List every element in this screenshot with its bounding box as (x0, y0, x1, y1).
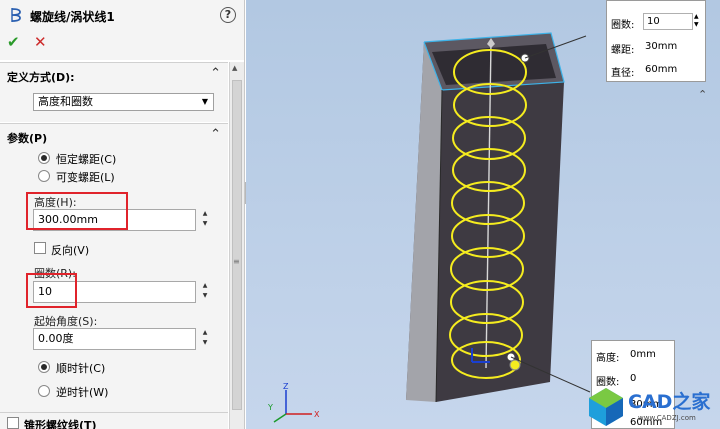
ok-button[interactable]: ✔ (7, 34, 20, 50)
callout-top[interactable]: 圈数: 10 ▲ ▼ 螺距: 30mm 直径: 60mm (606, 0, 706, 82)
panel-scrollbar[interactable]: ▲ ≡ (229, 62, 244, 429)
triad-label-y: Y (267, 403, 273, 412)
parameters-section-title: 参数(P) (7, 132, 48, 145)
scroll-up-icon[interactable]: ▲ (232, 64, 237, 72)
radio-variable-pitch[interactable]: 可变螺距(L) (38, 169, 198, 184)
start-angle-input[interactable]: 0.00度 (33, 328, 196, 350)
cancel-button[interactable]: ✕ (34, 34, 47, 50)
radio-constant-pitch[interactable]: 恒定螺距(C) (38, 151, 198, 166)
height-spinner[interactable]: ▲ ▼ (199, 209, 211, 231)
callout-label: 圈数: (611, 20, 635, 31)
radio-indicator[interactable] (38, 361, 50, 373)
watermark: CAD之家 www.CADZJ.com (586, 384, 720, 429)
callout-value: 30mm (645, 41, 678, 52)
radio-label: 顺时针(C) (56, 362, 106, 375)
helix-start-point[interactable] (509, 359, 521, 371)
scroll-grip-icon[interactable]: ≡ (233, 257, 240, 266)
radio-clockwise[interactable]: 顺时针(C) (38, 360, 198, 375)
callout-value: 0 (630, 373, 637, 384)
help-icon[interactable]: ? (220, 7, 236, 23)
property-manager: 螺旋线/涡状线1 ? ✔ ✕ 定义方式(D): ⌃ 高度和圈数 ▼ 参数(P) … (0, 0, 245, 429)
definition-type-select[interactable]: 高度和圈数 ▼ (33, 93, 214, 111)
panel-title: 螺旋线/涡状线1 (30, 10, 115, 24)
callout-label: 高度: (596, 353, 620, 364)
start-angle-spinner[interactable]: ▲ ▼ (199, 328, 211, 350)
watermark-url: www.CADZJ.com (638, 414, 696, 422)
callout-value: 0mm (630, 349, 656, 360)
view-orientation-triad: Z X Y (267, 382, 320, 423)
start-angle-label: 起始角度(S): (34, 315, 98, 328)
radio-indicator[interactable] (38, 152, 50, 164)
callout-revolutions-input[interactable]: 10 (643, 13, 693, 30)
radio-label: 逆时针(W) (56, 386, 109, 399)
callout-label: 螺距: (611, 45, 635, 56)
callout-label: 直径: (611, 68, 635, 79)
taper-checkbox[interactable]: 锥形螺纹线(T) (7, 417, 147, 429)
checkbox-box[interactable] (7, 417, 19, 429)
callout-spinner[interactable]: ▲ ▼ (694, 13, 699, 29)
radio-label: 可变螺距(L) (56, 171, 115, 184)
dropdown-arrow-icon[interactable]: ▼ (197, 94, 213, 110)
radio-counterclockwise[interactable]: 逆时针(W) (38, 384, 198, 399)
watermark-title: CAD之家 (628, 391, 711, 413)
definition-section-title: 定义方式(D): (7, 71, 75, 84)
graphics-area[interactable]: 圈数: 10 ▲ ▼ 螺距: 30mm 直径: 60mm ⌃ 高度: 0mm 圈数… (246, 0, 720, 429)
chevron-up-icon[interactable]: ⌃ (210, 66, 221, 81)
highlight-box-revolutions (26, 273, 77, 308)
radio-indicator[interactable] (38, 385, 50, 397)
panel-header: 螺旋线/涡状线1 ? ✔ ✕ (0, 0, 244, 60)
checkbox-box[interactable] (34, 242, 46, 254)
checkbox-label: 反向(V) (51, 244, 90, 257)
reverse-checkbox[interactable]: 反向(V) (34, 242, 174, 257)
definition-section: 定义方式(D): ⌃ (0, 62, 228, 122)
callout-value: 60mm (645, 64, 678, 75)
highlight-box-height (26, 192, 128, 230)
triad-label-x: X (314, 410, 320, 419)
radio-indicator[interactable] (38, 170, 50, 182)
triad-label-z: Z (283, 382, 289, 391)
definition-type-value: 高度和圈数 (38, 95, 93, 108)
revolutions-spinner[interactable]: ▲ ▼ (199, 281, 211, 303)
helix-feature-icon (11, 8, 21, 22)
chevron-up-icon[interactable]: ⌃ (210, 127, 221, 142)
taper-section-title: 锥形螺纹线(T) (24, 419, 97, 429)
cad-logo-icon (589, 388, 623, 426)
scroll-thumb[interactable] (232, 80, 242, 410)
callout-collapse-icon[interactable]: ⌃ (698, 88, 707, 101)
triad-z-axis (273, 413, 287, 423)
taper-section[interactable]: 锥形螺纹线(T) (0, 412, 228, 429)
radio-label: 恒定螺距(C) (56, 153, 117, 166)
